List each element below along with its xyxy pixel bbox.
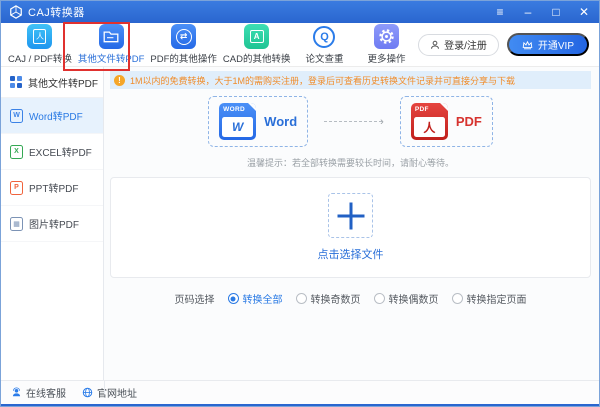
radio-icon: [227, 293, 239, 304]
radio-convert-specified-pages[interactable]: 转换指定页面: [451, 291, 527, 306]
globe-icon: [82, 387, 93, 398]
tool-label: 论文查重: [305, 54, 344, 65]
conversion-arrow: ›: [324, 116, 384, 128]
sidebar-item-label: EXCEL转PDF: [29, 148, 92, 159]
caj-pdf-icon: 人: [27, 24, 53, 49]
ppt-doc-icon: P: [10, 180, 23, 195]
radio-icon: [451, 293, 463, 304]
sidebar-item-label: Word转PDF: [29, 112, 83, 123]
plus-icon[interactable]: [328, 193, 373, 238]
select-file-label: 点击选择文件: [317, 249, 384, 261]
radio-icon: [373, 293, 385, 304]
crown-icon: [522, 40, 533, 49]
radio-label: 转换指定页面: [466, 295, 527, 306]
file-drop-panel[interactable]: 点击选择文件: [110, 177, 591, 278]
tool-other-files-to-pdf[interactable]: 其他文件转PDF: [75, 24, 148, 65]
sidebar-item-label: 图片转PDF: [29, 220, 79, 231]
app-window: CAJ转换器 ≡ – □ ✕ 人 CAJ / PDF转换 其他文件转PDF ⇄ …: [0, 0, 600, 407]
sidebar-item-image-to-pdf[interactable]: ▦ 图片转PDF: [1, 206, 103, 242]
notice-text: 1M以内的免费转换，大于1M的需购买注册，登录后可查看历史转换文件记录并可直接分…: [130, 75, 516, 86]
tip-text: 温馨提示：若全部转换需要较长时间，请耐心等待。: [246, 158, 454, 168]
gear-icon: [373, 24, 399, 49]
sidebar: 其他文件转PDF W Word转PDF X EXCEL转PDF P PPT转PD…: [1, 67, 104, 380]
tool-label: PDF的其他操作: [150, 54, 217, 65]
official-site-label: 官网地址: [97, 389, 137, 400]
minimize-icon[interactable]: –: [521, 6, 535, 18]
folder-icon: [98, 24, 124, 49]
radio-icon: [295, 293, 307, 304]
tool-caj-pdf-convert[interactable]: 人 CAJ / PDF转换: [5, 24, 75, 65]
titlebar: CAJ转换器 ≡ – □ ✕: [1, 1, 599, 23]
statusbar: 在线客服 官网地址: [1, 380, 599, 406]
excel-doc-icon: X: [10, 144, 23, 159]
body: 其他文件转PDF W Word转PDF X EXCEL转PDF P PPT转PD…: [1, 67, 599, 380]
toolbar-right: 登录/注册 开通VIP: [418, 33, 599, 56]
page-select-row: 页码选择 转换全部 转换奇数页 转换偶数页 转换指定页面: [110, 291, 591, 306]
sidebar-item-label: PPT转PDF: [29, 184, 79, 195]
sidebar-item-excel-to-pdf[interactable]: X EXCEL转PDF: [1, 134, 103, 170]
online-support-label: 在线客服: [26, 389, 66, 400]
radio-label: 转换全部: [242, 295, 283, 306]
radio-convert-odd-pages[interactable]: 转换奇数页: [295, 291, 361, 306]
target-format-box: PDF 人 PDF: [399, 96, 493, 147]
image-doc-icon: ▦: [10, 216, 23, 231]
pdf-file-icon: PDF 人: [410, 103, 448, 140]
open-vip-button[interactable]: 开通VIP: [506, 33, 589, 56]
source-format-box: WORD W Word: [208, 96, 309, 147]
sidebar-item-ppt-to-pdf[interactable]: P PPT转PDF: [1, 170, 103, 206]
menu-icon[interactable]: ≡: [493, 6, 507, 18]
tool-label: CAD的其他转换: [222, 54, 291, 65]
swap-circle-icon: ⇄: [171, 24, 197, 49]
conversion-row: WORD W Word › PDF 人 PDF: [110, 96, 591, 147]
login-register-label: 登录/注册: [444, 41, 487, 52]
radio-label: 转换偶数页: [388, 295, 439, 306]
login-register-button[interactable]: 登录/注册: [418, 33, 499, 56]
radio-convert-all[interactable]: 转换全部: [227, 291, 283, 306]
word-doc-icon: W: [10, 108, 23, 123]
notice-bar: ! 1M以内的免费转换，大于1M的需购买注册，登录后可查看历史转换文件记录并可直…: [110, 71, 591, 89]
app-title: CAJ转换器: [28, 7, 85, 19]
app-logo-icon: [10, 5, 22, 19]
official-site-link[interactable]: 官网地址: [82, 385, 137, 400]
tool-paper-check[interactable]: Q 论文查重: [293, 24, 355, 65]
sidebar-header-label: 其他文件转PDF: [28, 78, 98, 90]
tool-label: 其他文件转PDF: [77, 54, 145, 65]
sidebar-header-other-files-to-pdf[interactable]: 其他文件转PDF: [1, 67, 103, 98]
tool-pdf-other-operations[interactable]: ⇄ PDF的其他操作: [147, 24, 220, 65]
user-icon: [431, 40, 440, 49]
cad-icon: A: [244, 24, 270, 49]
toolbar: 人 CAJ / PDF转换 其他文件转PDF ⇄ PDF的其他操作 A CAD的…: [1, 23, 599, 67]
radio-label: 转换奇数页: [310, 295, 361, 306]
statusbar-divider: [104, 381, 105, 394]
window-controls: ≡ – □ ✕: [493, 6, 591, 18]
radio-convert-even-pages[interactable]: 转换偶数页: [373, 291, 439, 306]
tool-label: CAJ / PDF转换: [8, 54, 72, 65]
source-format-label: Word: [264, 114, 298, 129]
support-agent-icon: [12, 387, 21, 397]
paper-check-icon: Q: [311, 24, 337, 49]
grid-icon: [10, 76, 22, 88]
open-vip-label: 开通VIP: [537, 41, 574, 52]
tool-cad-other-conversions[interactable]: A CAD的其他转换: [220, 24, 294, 65]
tool-label: 更多操作: [367, 54, 406, 65]
page-select-label: 页码选择: [174, 295, 215, 306]
word-file-icon: WORD W: [219, 103, 257, 140]
online-support-link[interactable]: 在线客服: [11, 385, 66, 400]
main-panel: ! 1M以内的免费转换，大于1M的需购买注册，登录后可查看历史转换文件记录并可直…: [104, 67, 599, 380]
close-icon[interactable]: ✕: [577, 6, 591, 18]
warning-icon: !: [114, 74, 125, 86]
tool-more-operations[interactable]: 更多操作: [355, 24, 417, 65]
target-format-label: PDF: [455, 114, 482, 129]
maximize-icon[interactable]: □: [549, 6, 563, 18]
sidebar-item-word-to-pdf[interactable]: W Word转PDF: [1, 98, 103, 134]
